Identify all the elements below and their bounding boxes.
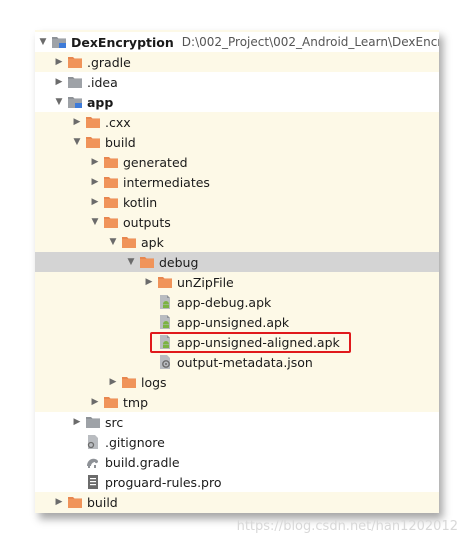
tree-node-intermediates[interactable]: ▶ intermediates <box>35 172 439 192</box>
highlight-box <box>150 332 351 353</box>
module-folder-icon <box>51 35 67 49</box>
node-label: app-unsigned.apk <box>177 314 290 330</box>
tree-node-tmp[interactable]: ▶ tmp <box>35 392 439 412</box>
chevron-right-icon[interactable]: ▶ <box>107 372 119 392</box>
node-label: unZipFile <box>177 274 234 290</box>
node-label: DexEncryption <box>71 34 174 50</box>
node-label: app-debug.apk <box>177 294 272 310</box>
tree-node-kotlin[interactable]: ▶ kotlin <box>35 192 439 212</box>
tree-node-output-metadata-json[interactable]: output-metadata.json <box>35 352 439 372</box>
gradle-icon <box>85 455 101 469</box>
tree-node-app-unsigned-apk[interactable]: app-unsigned.apk <box>35 312 439 332</box>
tree-node-dexencryption[interactable]: ▼ DexEncryption D:\002_Project\002_Andro… <box>35 32 439 52</box>
tree-node-unzipfile[interactable]: ▶ unZipFile <box>35 272 439 292</box>
tree-node-src[interactable]: ▶ src <box>35 412 439 432</box>
node-label: .gradle <box>87 54 131 70</box>
chevron-right-icon[interactable]: ▶ <box>71 112 83 132</box>
module-folder-icon <box>67 95 83 109</box>
tree-node-proguard-rules[interactable]: proguard-rules.pro <box>35 472 439 492</box>
node-label: output-metadata.json <box>177 354 313 370</box>
node-label: build <box>87 494 118 510</box>
node-label: app <box>87 94 114 110</box>
node-label: src <box>105 414 124 430</box>
grey-folder-icon <box>85 415 101 429</box>
chevron-down-icon[interactable]: ▼ <box>89 212 101 232</box>
node-label: debug <box>159 254 199 270</box>
orange-folder-icon <box>157 275 173 289</box>
chevron-right-icon[interactable]: ▶ <box>89 392 101 412</box>
grey-folder-icon <box>67 75 83 89</box>
orange-folder-icon <box>67 55 83 69</box>
orange-folder-icon <box>103 195 119 209</box>
orange-folder-icon <box>103 175 119 189</box>
json-file-icon <box>157 355 173 369</box>
orange-folder-icon <box>139 255 155 269</box>
node-label: .idea <box>87 74 118 90</box>
node-label: kotlin <box>123 194 158 210</box>
tree-node-gitignore[interactable]: .gitignore <box>35 432 439 452</box>
orange-folder-icon <box>103 155 119 169</box>
node-label: apk <box>141 234 164 250</box>
node-label: build <box>105 134 136 150</box>
chevron-right-icon[interactable]: ▶ <box>143 272 155 292</box>
chevron-down-icon[interactable]: ▼ <box>37 32 49 52</box>
chevron-down-icon[interactable]: ▼ <box>71 132 83 152</box>
chevron-right-icon[interactable]: ▶ <box>89 172 101 192</box>
chevron-right-icon[interactable]: ▶ <box>53 52 65 72</box>
node-label: proguard-rules.pro <box>105 474 222 490</box>
chevron-right-icon[interactable]: ▶ <box>71 412 83 432</box>
tree-node-idea[interactable]: ▶ .idea <box>35 72 439 92</box>
orange-folder-icon <box>103 395 119 409</box>
watermark: https://blog.csdn.net/han1202012 <box>236 519 458 534</box>
text-file-icon <box>85 475 101 489</box>
node-label: tmp <box>123 394 149 410</box>
orange-folder-icon <box>121 375 137 389</box>
android-apk-icon <box>157 315 173 329</box>
tree-node-app[interactable]: ▼ app <box>35 92 439 112</box>
tree-node-build-gradle[interactable]: build.gradle <box>35 452 439 472</box>
tree-node-debug[interactable]: ▼ debug <box>35 252 439 272</box>
chevron-down-icon[interactable]: ▼ <box>125 252 137 272</box>
node-label: intermediates <box>123 174 210 190</box>
chevron-right-icon[interactable]: ▶ <box>53 492 65 512</box>
chevron-right-icon[interactable]: ▶ <box>89 192 101 212</box>
node-label: outputs <box>123 214 171 230</box>
chevron-down-icon[interactable]: ▼ <box>53 92 65 112</box>
chevron-down-icon[interactable]: ▼ <box>107 232 119 252</box>
tree-node-outputs[interactable]: ▼ outputs <box>35 212 439 232</box>
orange-folder-icon <box>121 235 137 249</box>
android-apk-icon <box>157 295 173 309</box>
tree-node-gradle[interactable]: ▶ .gradle <box>35 52 439 72</box>
tree-node-build[interactable]: ▼ build <box>35 132 439 152</box>
chevron-right-icon[interactable]: ▶ <box>89 152 101 172</box>
tree-node-generated[interactable]: ▶ generated <box>35 152 439 172</box>
project-path: D:\002_Project\002_Android_Learn\DexEncr… <box>181 35 439 49</box>
node-label: build.gradle <box>105 454 180 470</box>
orange-folder-icon <box>85 115 101 129</box>
tree-node-cxx[interactable]: ▶ .cxx <box>35 112 439 132</box>
tree-node-app-debug-apk[interactable]: app-debug.apk <box>35 292 439 312</box>
orange-folder-icon <box>103 215 119 229</box>
project-tree-panel: ▼ DexEncryption D:\002_Project\002_Andro… <box>35 30 439 513</box>
gitignore-file-icon <box>85 435 101 449</box>
node-label: .gitignore <box>105 434 165 450</box>
chevron-right-icon[interactable]: ▶ <box>53 72 65 92</box>
orange-folder-icon <box>85 135 101 149</box>
node-label: generated <box>123 154 188 170</box>
orange-folder-icon <box>67 495 83 509</box>
node-label: logs <box>141 374 167 390</box>
tree-node-logs[interactable]: ▶ logs <box>35 372 439 392</box>
tree-node-root-build[interactable]: ▶ build <box>35 492 439 512</box>
tree-node-apk[interactable]: ▼ apk <box>35 232 439 252</box>
node-label: .cxx <box>105 114 131 130</box>
